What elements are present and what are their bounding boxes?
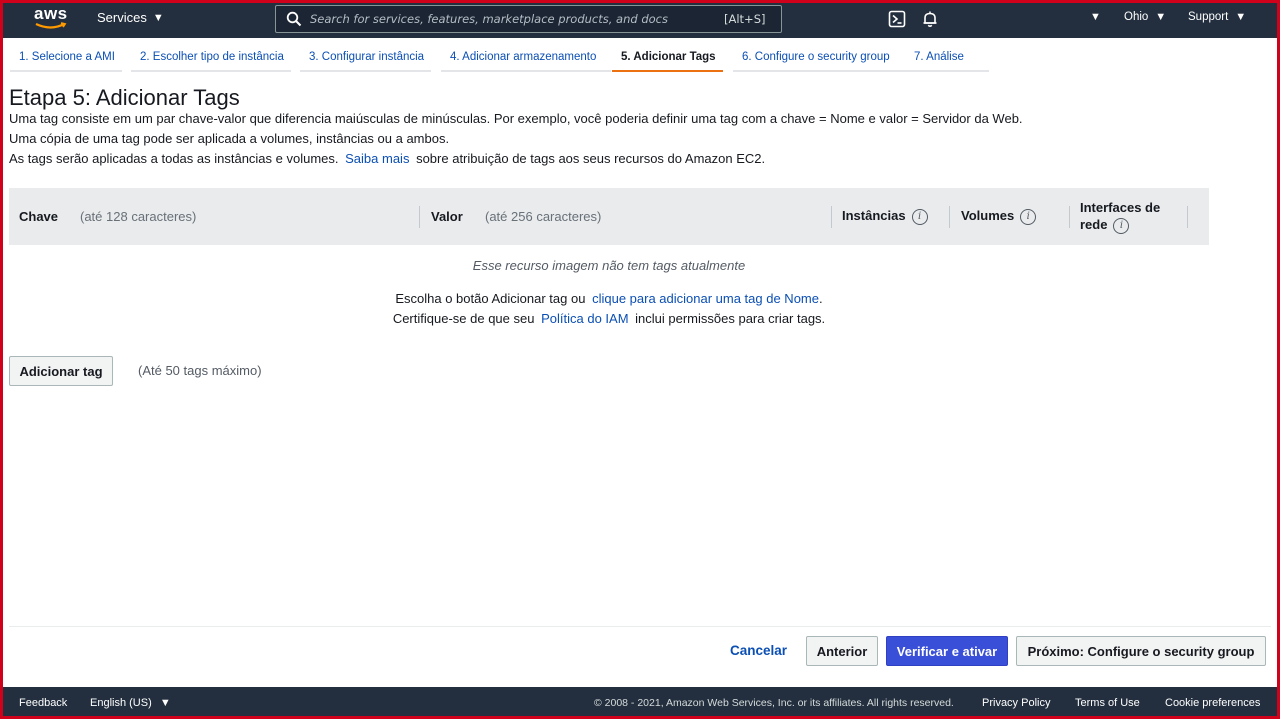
region-menu-button[interactable]: Ohio ▼: [1124, 11, 1166, 23]
column-key-hint: (até 128 caracteres): [80, 209, 197, 224]
console-footer: Feedback English (US) ▼ © 2008 - 2021, A…: [0, 687, 1280, 719]
caret-down-icon: ▼: [1155, 11, 1167, 23]
cookie-preferences-link[interactable]: Cookie preferences: [1165, 697, 1260, 709]
privacy-policy-link[interactable]: Privacy Policy: [982, 697, 1050, 709]
tab-select-ami[interactable]: 1. Selecione a AMI: [10, 43, 122, 72]
column-header-value: Valor: [431, 209, 463, 224]
description-line-3: As tags serão aplicadas a todas as instâ…: [9, 151, 766, 166]
description-line-2: Uma cópia de uma tag pode ser aplicada a…: [9, 131, 450, 146]
global-search-box[interactable]: [Alt+S]: [275, 5, 782, 33]
column-header-instances: Instâncias i: [842, 208, 928, 225]
caret-down-icon: ▼: [159, 697, 171, 709]
column-divider: [419, 206, 420, 228]
column-header-volumes: Volumes i: [961, 208, 1037, 225]
next-security-group-button[interactable]: Próximo: Configure o security group: [1016, 636, 1266, 666]
tags-table-header: Chave (até 128 caracteres) Valor (até 25…: [9, 188, 1209, 245]
bell-icon[interactable]: [921, 10, 939, 28]
column-divider: [949, 206, 950, 228]
language-selector[interactable]: English (US) ▼: [90, 697, 171, 709]
tab-add-storage[interactable]: 4. Adicionar armazenamento: [441, 43, 611, 72]
max-tags-note: (Até 50 tags máximo): [138, 363, 262, 378]
cancel-button[interactable]: Cancelar: [730, 643, 787, 658]
account-menu-button[interactable]: ▼: [1090, 11, 1101, 23]
search-input[interactable]: [310, 12, 720, 26]
copyright-text: © 2008 - 2021, Amazon Web Services, Inc.…: [594, 697, 954, 709]
top-navigation: aws Services ▼ [Alt+S] ▼ Ohio ▼ Support: [0, 0, 1280, 38]
feedback-link[interactable]: Feedback: [19, 697, 67, 709]
column-divider: [1187, 206, 1188, 228]
column-header-key: Chave: [19, 209, 59, 224]
terms-of-use-link[interactable]: Terms of Use: [1075, 697, 1140, 709]
tab-review[interactable]: 7. Análise: [905, 43, 989, 72]
tab-add-tags[interactable]: 5. Adicionar Tags: [612, 43, 723, 72]
column-divider: [1069, 206, 1070, 228]
aws-smile-icon: [35, 22, 67, 29]
tab-security-group[interactable]: 6. Configure o security group: [733, 43, 905, 72]
review-and-launch-button[interactable]: Verificar e ativar: [886, 636, 1008, 666]
add-tag-button[interactable]: Adicionar tag: [9, 356, 113, 386]
info-icon[interactable]: i: [911, 208, 928, 225]
iam-policy-hint: Certifique-se de que seu Política do IAM…: [392, 311, 826, 326]
info-icon[interactable]: i: [1020, 208, 1037, 225]
aws-logo[interactable]: aws: [34, 5, 68, 31]
description-line-1: Uma tag consiste em um par chave-valor q…: [9, 111, 1023, 126]
support-menu-button[interactable]: Support ▼: [1188, 11, 1246, 23]
column-value-hint: (até 256 caracteres): [485, 209, 602, 224]
column-divider: [831, 206, 832, 228]
search-shortcut-hint: [Alt+S]: [724, 12, 766, 26]
caret-down-icon: ▼: [1235, 11, 1247, 23]
actions-divider: [9, 626, 1271, 627]
empty-tags-message: Esse recurso imagem não tem tags atualme…: [472, 258, 746, 273]
previous-button[interactable]: Anterior: [806, 636, 878, 666]
cloudshell-icon[interactable]: [888, 10, 906, 28]
add-tag-hint: Escolha o botão Adicionar tag ou clique …: [395, 291, 823, 306]
iam-policy-link[interactable]: Política do IAM: [541, 311, 628, 326]
column-header-network-interfaces: Interfaces de rede i: [1080, 200, 1161, 234]
services-menu-button[interactable]: Services ▼: [97, 10, 164, 25]
caret-down-icon: ▼: [152, 11, 164, 24]
caret-down-icon: ▼: [1090, 11, 1101, 23]
tab-instance-type[interactable]: 2. Escolher tipo de instância: [131, 43, 291, 72]
learn-more-link[interactable]: Saiba mais: [345, 151, 409, 166]
page-title: Etapa 5: Adicionar Tags: [9, 85, 240, 110]
add-name-tag-link[interactable]: clique para adicionar uma tag de Nome: [592, 291, 819, 306]
search-icon: [286, 11, 302, 27]
info-icon[interactable]: i: [1113, 217, 1130, 234]
tab-configure-instance[interactable]: 3. Configurar instância: [300, 43, 431, 72]
